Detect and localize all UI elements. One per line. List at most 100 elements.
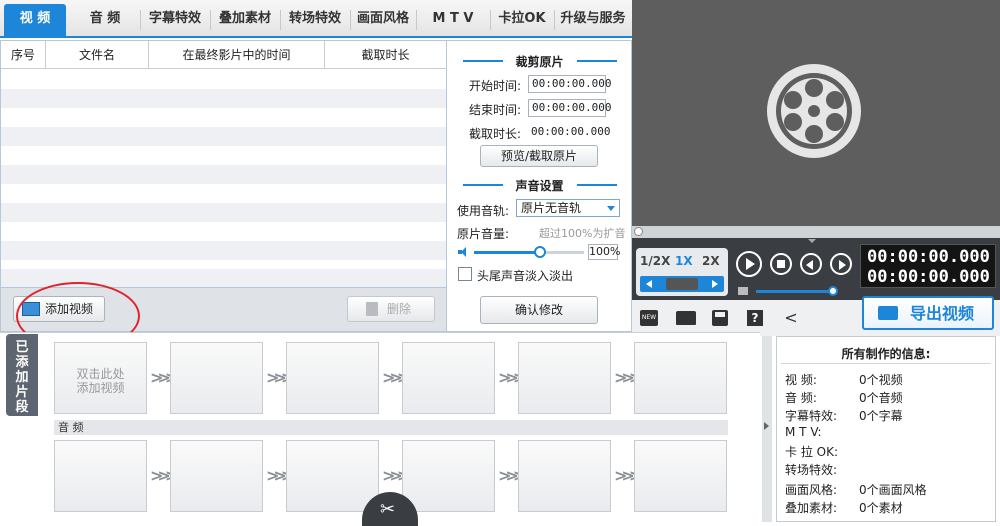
audio-slot[interactable] — [518, 440, 611, 512]
tab-divider — [210, 10, 211, 30]
video-slot[interactable] — [402, 342, 495, 414]
table-row[interactable] — [1, 165, 446, 184]
player-controls: 1/2X 1X 2X 00:00:00.000 00:00:00.000 — [632, 226, 1000, 306]
volume-label: 原片音量: — [457, 227, 510, 241]
next-arrow-icon: >>> — [498, 368, 526, 387]
section-divider — [577, 60, 617, 62]
tab-mtv[interactable]: M T V — [418, 4, 488, 34]
project-info-panel: 所有制作的信息: 视 频: 0个视频 音 频: 0个音频 字幕特效: 0个字幕 … — [776, 336, 996, 522]
jog-wheel[interactable] — [640, 276, 724, 292]
previous-frame-button[interactable] — [800, 253, 822, 275]
player-speaker-icon — [738, 287, 748, 295]
speed-control: 1/2X 1X 2X — [636, 248, 728, 296]
open-folder-icon[interactable] — [676, 311, 696, 325]
tab-divider — [140, 10, 141, 30]
video-slot[interactable] — [518, 342, 611, 414]
tab-divider — [416, 10, 417, 30]
table-header: 序号 文件名 在最终影片中的时间 截取时长 — [1, 41, 446, 69]
preview-clip-button[interactable]: 预览/截取原片 — [480, 145, 598, 167]
audio-slot[interactable] — [286, 440, 379, 512]
confirm-change-button[interactable]: 确认修改 — [480, 296, 598, 324]
tab-overlay-materials[interactable]: 叠加素材 — [212, 4, 278, 34]
expand-chevron-icon — [764, 422, 769, 430]
table-row[interactable] — [1, 203, 446, 222]
rewind-icon — [646, 280, 652, 288]
video-preview[interactable] — [632, 0, 1000, 226]
speed-double[interactable]: 2X — [702, 254, 720, 268]
column-filename[interactable]: 文件名 — [46, 41, 149, 69]
table-row[interactable] — [1, 241, 446, 260]
video-slot[interactable] — [634, 342, 727, 414]
end-time-input[interactable]: 00:00:00.000 — [528, 99, 611, 117]
next-frame-icon — [839, 260, 846, 270]
tab-transition-effects[interactable]: 转场特效 — [282, 4, 348, 34]
tab-picture-style[interactable]: 画面风格 — [352, 4, 414, 34]
audio-slot[interactable] — [54, 440, 147, 512]
track-label: 使用音轨: — [457, 204, 510, 218]
column-final-time[interactable]: 在最终影片中的时间 — [149, 41, 325, 69]
info-divider — [781, 363, 991, 364]
playback-progress-bar[interactable] — [632, 226, 1000, 238]
next-frame-button[interactable] — [830, 253, 852, 275]
progress-handle[interactable] — [634, 227, 643, 236]
info-row-karaoke-label: 卡 拉 OK: — [785, 445, 838, 459]
added-clips-tab[interactable]: 已添加片段 — [6, 334, 38, 416]
tab-subtitle-effects[interactable]: 字幕特效 — [142, 4, 208, 34]
info-row-style-label: 画面风格: — [785, 483, 838, 497]
fast-forward-icon — [712, 280, 718, 288]
video-slot[interactable] — [286, 342, 379, 414]
audio-slot[interactable] — [402, 440, 495, 512]
fade-checkbox[interactable] — [458, 267, 472, 281]
track-select[interactable]: 原片无音轨 — [516, 199, 620, 217]
player-volume-handle[interactable] — [828, 286, 838, 296]
next-arrow-icon: >>> — [614, 368, 642, 387]
collapse-chevron-icon[interactable] — [808, 239, 816, 243]
new-project-icon[interactable]: NEW — [640, 310, 658, 326]
info-row-mtv-label: M T V: — [785, 425, 822, 439]
speed-normal[interactable]: 1X — [675, 254, 693, 268]
delete-label: 删除 — [386, 302, 411, 316]
stop-button[interactable] — [770, 253, 792, 275]
tab-divider — [350, 10, 351, 30]
tab-audio[interactable]: 音 频 — [74, 4, 136, 34]
panel-splitter[interactable] — [762, 336, 772, 522]
tab-video[interactable]: 视 频 — [4, 4, 66, 36]
help-icon[interactable]: ? — [747, 310, 763, 326]
tab-karaoke[interactable]: 卡拉OK — [492, 4, 552, 34]
export-icon — [878, 306, 898, 320]
audio-slot[interactable] — [170, 440, 263, 512]
video-slot[interactable] — [170, 342, 263, 414]
delete-button[interactable]: 删除 — [347, 296, 435, 322]
start-time-label: 开始时间: — [469, 79, 522, 93]
audio-slot[interactable] — [634, 440, 727, 512]
play-button[interactable] — [736, 251, 762, 277]
info-row-transition-label: 转场特效: — [785, 463, 838, 477]
next-arrow-icon: >>> — [614, 466, 642, 485]
next-arrow-icon: >>> — [498, 466, 526, 485]
volume-hint: 超过100%为扩音 — [539, 227, 626, 240]
info-row-style-value: 0个画面风格 — [859, 483, 927, 497]
table-row[interactable] — [1, 127, 446, 146]
player-volume-slider[interactable] — [756, 286, 838, 296]
chevron-down-icon — [607, 206, 615, 211]
track-select-value: 原片无音轨 — [521, 201, 582, 215]
volume-slider[interactable] — [474, 246, 584, 258]
duration-value: 00:00:00.000 — [531, 125, 611, 138]
volume-percent-input[interactable]: 100% — [588, 244, 620, 260]
film-reel-icon — [767, 64, 861, 158]
share-icon[interactable]: < — [783, 310, 799, 326]
column-index[interactable]: 序号 — [1, 41, 46, 69]
next-arrow-icon: >>> — [382, 368, 410, 387]
info-row-overlay-label: 叠加素材: — [785, 501, 838, 515]
start-time-input[interactable]: 00:00:00.000 — [528, 75, 611, 93]
column-duration[interactable]: 截取时长 — [325, 41, 446, 69]
save-icon[interactable] — [712, 310, 728, 326]
video-slot-add[interactable]: 双击此处 添加视频 — [54, 342, 147, 414]
speed-half[interactable]: 1/2X — [640, 254, 670, 268]
play-icon — [746, 258, 755, 270]
volume-handle[interactable] — [534, 246, 546, 258]
table-row[interactable] — [1, 89, 446, 108]
export-video-button[interactable]: 导出视频 — [862, 296, 994, 330]
info-row-subtitle-label: 字幕特效: — [785, 409, 838, 423]
tab-upgrade-service[interactable]: 升级与服务 — [556, 4, 630, 34]
